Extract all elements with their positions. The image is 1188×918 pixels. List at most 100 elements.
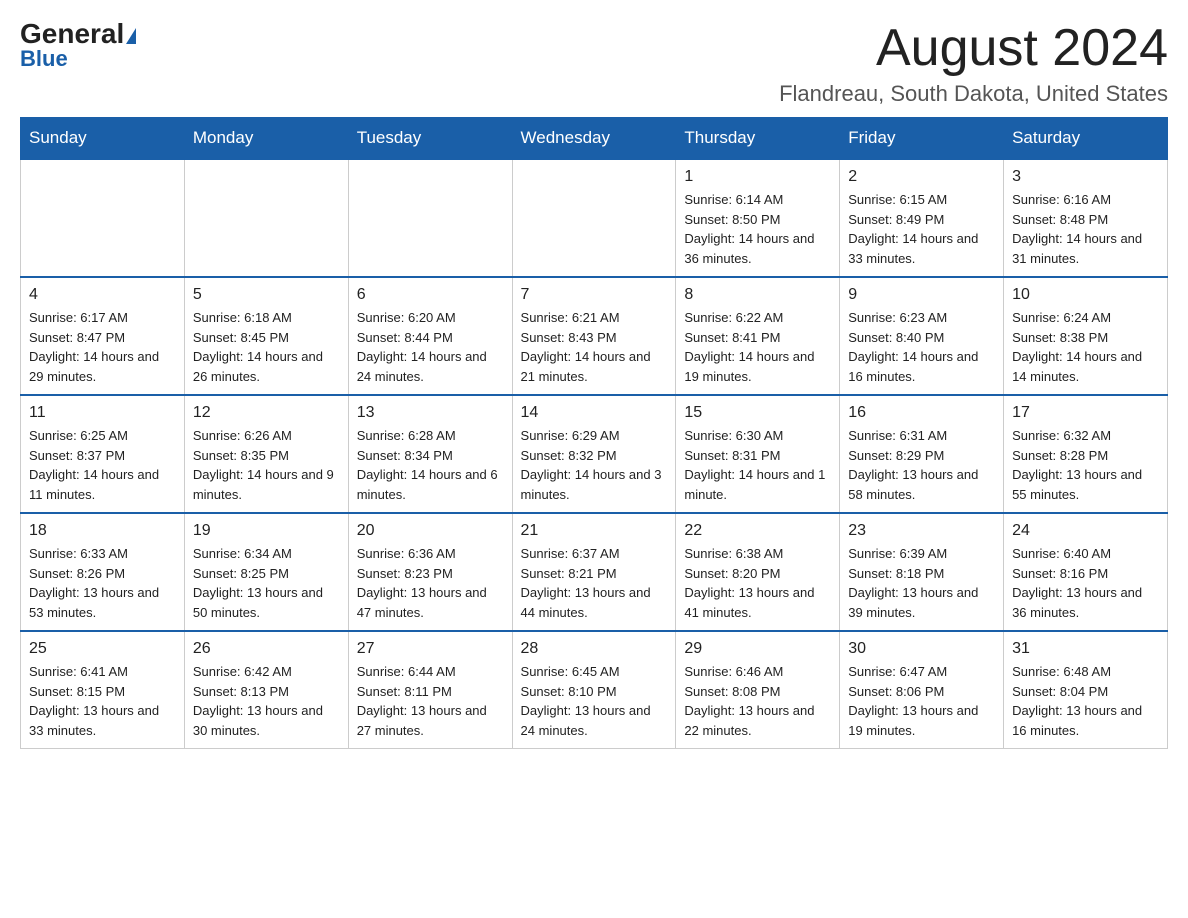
- logo-triangle-icon: [126, 28, 136, 44]
- day-number: 3: [1012, 168, 1159, 186]
- calendar-cell: 13 Sunrise: 6:28 AM Sunset: 8:34 PM Dayli…: [348, 395, 512, 513]
- calendar-cell: 5 Sunrise: 6:18 AM Sunset: 8:45 PM Daylig…: [184, 277, 348, 395]
- day-number: 16: [848, 404, 995, 422]
- calendar-cell: 2 Sunrise: 6:15 AM Sunset: 8:49 PM Daylig…: [840, 159, 1004, 277]
- day-info: Sunrise: 6:24 AM Sunset: 8:38 PM Dayligh…: [1012, 308, 1159, 386]
- calendar-cell: 24 Sunrise: 6:40 AM Sunset: 8:16 PM Dayli…: [1004, 513, 1168, 631]
- day-number: 29: [684, 640, 831, 658]
- day-number: 24: [1012, 522, 1159, 540]
- calendar-cell: [21, 159, 185, 277]
- calendar-week-row: 25Sunrise: 6:41 AM Sunset: 8:15 PM Dayli…: [21, 631, 1168, 749]
- calendar-cell: 30Sunrise: 6:47 AM Sunset: 8:06 PM Dayli…: [840, 631, 1004, 749]
- calendar-table: SundayMondayTuesdayWednesdayThursdayFrid…: [20, 117, 1168, 749]
- title-block: August 2024 Flandreau, South Dakota, Uni…: [779, 20, 1168, 107]
- calendar-cell: 14 Sunrise: 6:29 AM Sunset: 8:32 PM Dayli…: [512, 395, 676, 513]
- calendar-cell: 12 Sunrise: 6:26 AM Sunset: 8:35 PM Dayli…: [184, 395, 348, 513]
- calendar-week-row: 1Sunrise: 6:14 AM Sunset: 8:50 PM Daylig…: [21, 159, 1168, 277]
- day-info: Sunrise: 6:22 AM Sunset: 8:41 PM Dayligh…: [684, 308, 831, 386]
- calendar-cell: [512, 159, 676, 277]
- month-title: August 2024: [779, 20, 1168, 77]
- calendar-cell: 1Sunrise: 6:14 AM Sunset: 8:50 PM Daylig…: [676, 159, 840, 277]
- weekday-header-row: SundayMondayTuesdayWednesdayThursdayFrid…: [21, 118, 1168, 160]
- day-info: Sunrise: 6:34 AM Sunset: 8:25 PM Dayligh…: [193, 544, 340, 622]
- day-number: 31: [1012, 640, 1159, 658]
- day-info: Sunrise: 6:48 AM Sunset: 8:04 PM Dayligh…: [1012, 662, 1159, 740]
- calendar-cell: 9 Sunrise: 6:23 AM Sunset: 8:40 PM Daylig…: [840, 277, 1004, 395]
- day-number: 14: [521, 404, 668, 422]
- calendar-cell: 21Sunrise: 6:37 AM Sunset: 8:21 PM Dayli…: [512, 513, 676, 631]
- day-number: 13: [357, 404, 504, 422]
- logo-general: General: [20, 20, 136, 48]
- logo: General Blue: [20, 20, 136, 72]
- day-number: 5: [193, 286, 340, 304]
- calendar-cell: [348, 159, 512, 277]
- weekday-header-wednesday: Wednesday: [512, 118, 676, 160]
- day-number: 7: [521, 286, 668, 304]
- day-info: Sunrise: 6:28 AM Sunset: 8:34 PM Dayligh…: [357, 426, 504, 504]
- day-number: 18: [29, 522, 176, 540]
- calendar-cell: 20Sunrise: 6:36 AM Sunset: 8:23 PM Dayli…: [348, 513, 512, 631]
- day-number: 1: [684, 168, 831, 186]
- day-info: Sunrise: 6:44 AM Sunset: 8:11 PM Dayligh…: [357, 662, 504, 740]
- calendar-cell: 22 Sunrise: 6:38 AM Sunset: 8:20 PM Dayli…: [676, 513, 840, 631]
- calendar-week-row: 11Sunrise: 6:25 AM Sunset: 8:37 PM Dayli…: [21, 395, 1168, 513]
- day-number: 6: [357, 286, 504, 304]
- day-number: 2: [848, 168, 995, 186]
- calendar-body: 1Sunrise: 6:14 AM Sunset: 8:50 PM Daylig…: [21, 159, 1168, 749]
- day-info: Sunrise: 6:45 AM Sunset: 8:10 PM Dayligh…: [521, 662, 668, 740]
- weekday-header-friday: Friday: [840, 118, 1004, 160]
- weekday-header-saturday: Saturday: [1004, 118, 1168, 160]
- day-number: 9: [848, 286, 995, 304]
- day-info: Sunrise: 6:25 AM Sunset: 8:37 PM Dayligh…: [29, 426, 176, 504]
- calendar-cell: 17Sunrise: 6:32 AM Sunset: 8:28 PM Dayli…: [1004, 395, 1168, 513]
- day-info: Sunrise: 6:20 AM Sunset: 8:44 PM Dayligh…: [357, 308, 504, 386]
- calendar-cell: 23Sunrise: 6:39 AM Sunset: 8:18 PM Dayli…: [840, 513, 1004, 631]
- day-number: 15: [684, 404, 831, 422]
- calendar-cell: 8Sunrise: 6:22 AM Sunset: 8:41 PM Daylig…: [676, 277, 840, 395]
- calendar-cell: 10Sunrise: 6:24 AM Sunset: 8:38 PM Dayli…: [1004, 277, 1168, 395]
- day-info: Sunrise: 6:40 AM Sunset: 8:16 PM Dayligh…: [1012, 544, 1159, 622]
- day-info: Sunrise: 6:29 AM Sunset: 8:32 PM Dayligh…: [521, 426, 668, 504]
- calendar-cell: 25Sunrise: 6:41 AM Sunset: 8:15 PM Dayli…: [21, 631, 185, 749]
- calendar-cell: 18Sunrise: 6:33 AM Sunset: 8:26 PM Dayli…: [21, 513, 185, 631]
- calendar-cell: 31 Sunrise: 6:48 AM Sunset: 8:04 PM Dayli…: [1004, 631, 1168, 749]
- day-info: Sunrise: 6:30 AM Sunset: 8:31 PM Dayligh…: [684, 426, 831, 504]
- day-info: Sunrise: 6:18 AM Sunset: 8:45 PM Dayligh…: [193, 308, 340, 386]
- weekday-header-sunday: Sunday: [21, 118, 185, 160]
- calendar-cell: 19Sunrise: 6:34 AM Sunset: 8:25 PM Dayli…: [184, 513, 348, 631]
- day-number: 23: [848, 522, 995, 540]
- page-header: General Blue August 2024 Flandreau, Sout…: [20, 20, 1168, 107]
- day-info: Sunrise: 6:31 AM Sunset: 8:29 PM Dayligh…: [848, 426, 995, 504]
- day-info: Sunrise: 6:37 AM Sunset: 8:21 PM Dayligh…: [521, 544, 668, 622]
- calendar-cell: 11Sunrise: 6:25 AM Sunset: 8:37 PM Dayli…: [21, 395, 185, 513]
- calendar-cell: 7 Sunrise: 6:21 AM Sunset: 8:43 PM Daylig…: [512, 277, 676, 395]
- day-info: Sunrise: 6:26 AM Sunset: 8:35 PM Dayligh…: [193, 426, 340, 504]
- day-number: 12: [193, 404, 340, 422]
- day-info: Sunrise: 6:16 AM Sunset: 8:48 PM Dayligh…: [1012, 190, 1159, 268]
- day-number: 26: [193, 640, 340, 658]
- day-info: Sunrise: 6:38 AM Sunset: 8:20 PM Dayligh…: [684, 544, 831, 622]
- calendar-cell: 28 Sunrise: 6:45 AM Sunset: 8:10 PM Dayli…: [512, 631, 676, 749]
- calendar-cell: 29Sunrise: 6:46 AM Sunset: 8:08 PM Dayli…: [676, 631, 840, 749]
- day-number: 20: [357, 522, 504, 540]
- logo-blue: Blue: [20, 46, 68, 72]
- weekday-header-monday: Monday: [184, 118, 348, 160]
- day-info: Sunrise: 6:15 AM Sunset: 8:49 PM Dayligh…: [848, 190, 995, 268]
- day-info: Sunrise: 6:32 AM Sunset: 8:28 PM Dayligh…: [1012, 426, 1159, 504]
- calendar-week-row: 4Sunrise: 6:17 AM Sunset: 8:47 PM Daylig…: [21, 277, 1168, 395]
- calendar-cell: [184, 159, 348, 277]
- day-info: Sunrise: 6:21 AM Sunset: 8:43 PM Dayligh…: [521, 308, 668, 386]
- calendar-cell: 3 Sunrise: 6:16 AM Sunset: 8:48 PM Daylig…: [1004, 159, 1168, 277]
- weekday-header-thursday: Thursday: [676, 118, 840, 160]
- day-number: 28: [521, 640, 668, 658]
- calendar-cell: 15 Sunrise: 6:30 AM Sunset: 8:31 PM Dayli…: [676, 395, 840, 513]
- day-info: Sunrise: 6:47 AM Sunset: 8:06 PM Dayligh…: [848, 662, 995, 740]
- calendar-header: SundayMondayTuesdayWednesdayThursdayFrid…: [21, 118, 1168, 160]
- calendar-cell: 6 Sunrise: 6:20 AM Sunset: 8:44 PM Daylig…: [348, 277, 512, 395]
- day-number: 4: [29, 286, 176, 304]
- day-info: Sunrise: 6:23 AM Sunset: 8:40 PM Dayligh…: [848, 308, 995, 386]
- calendar-cell: 16 Sunrise: 6:31 AM Sunset: 8:29 PM Dayli…: [840, 395, 1004, 513]
- day-number: 27: [357, 640, 504, 658]
- calendar-cell: 27 Sunrise: 6:44 AM Sunset: 8:11 PM Dayli…: [348, 631, 512, 749]
- day-number: 22: [684, 522, 831, 540]
